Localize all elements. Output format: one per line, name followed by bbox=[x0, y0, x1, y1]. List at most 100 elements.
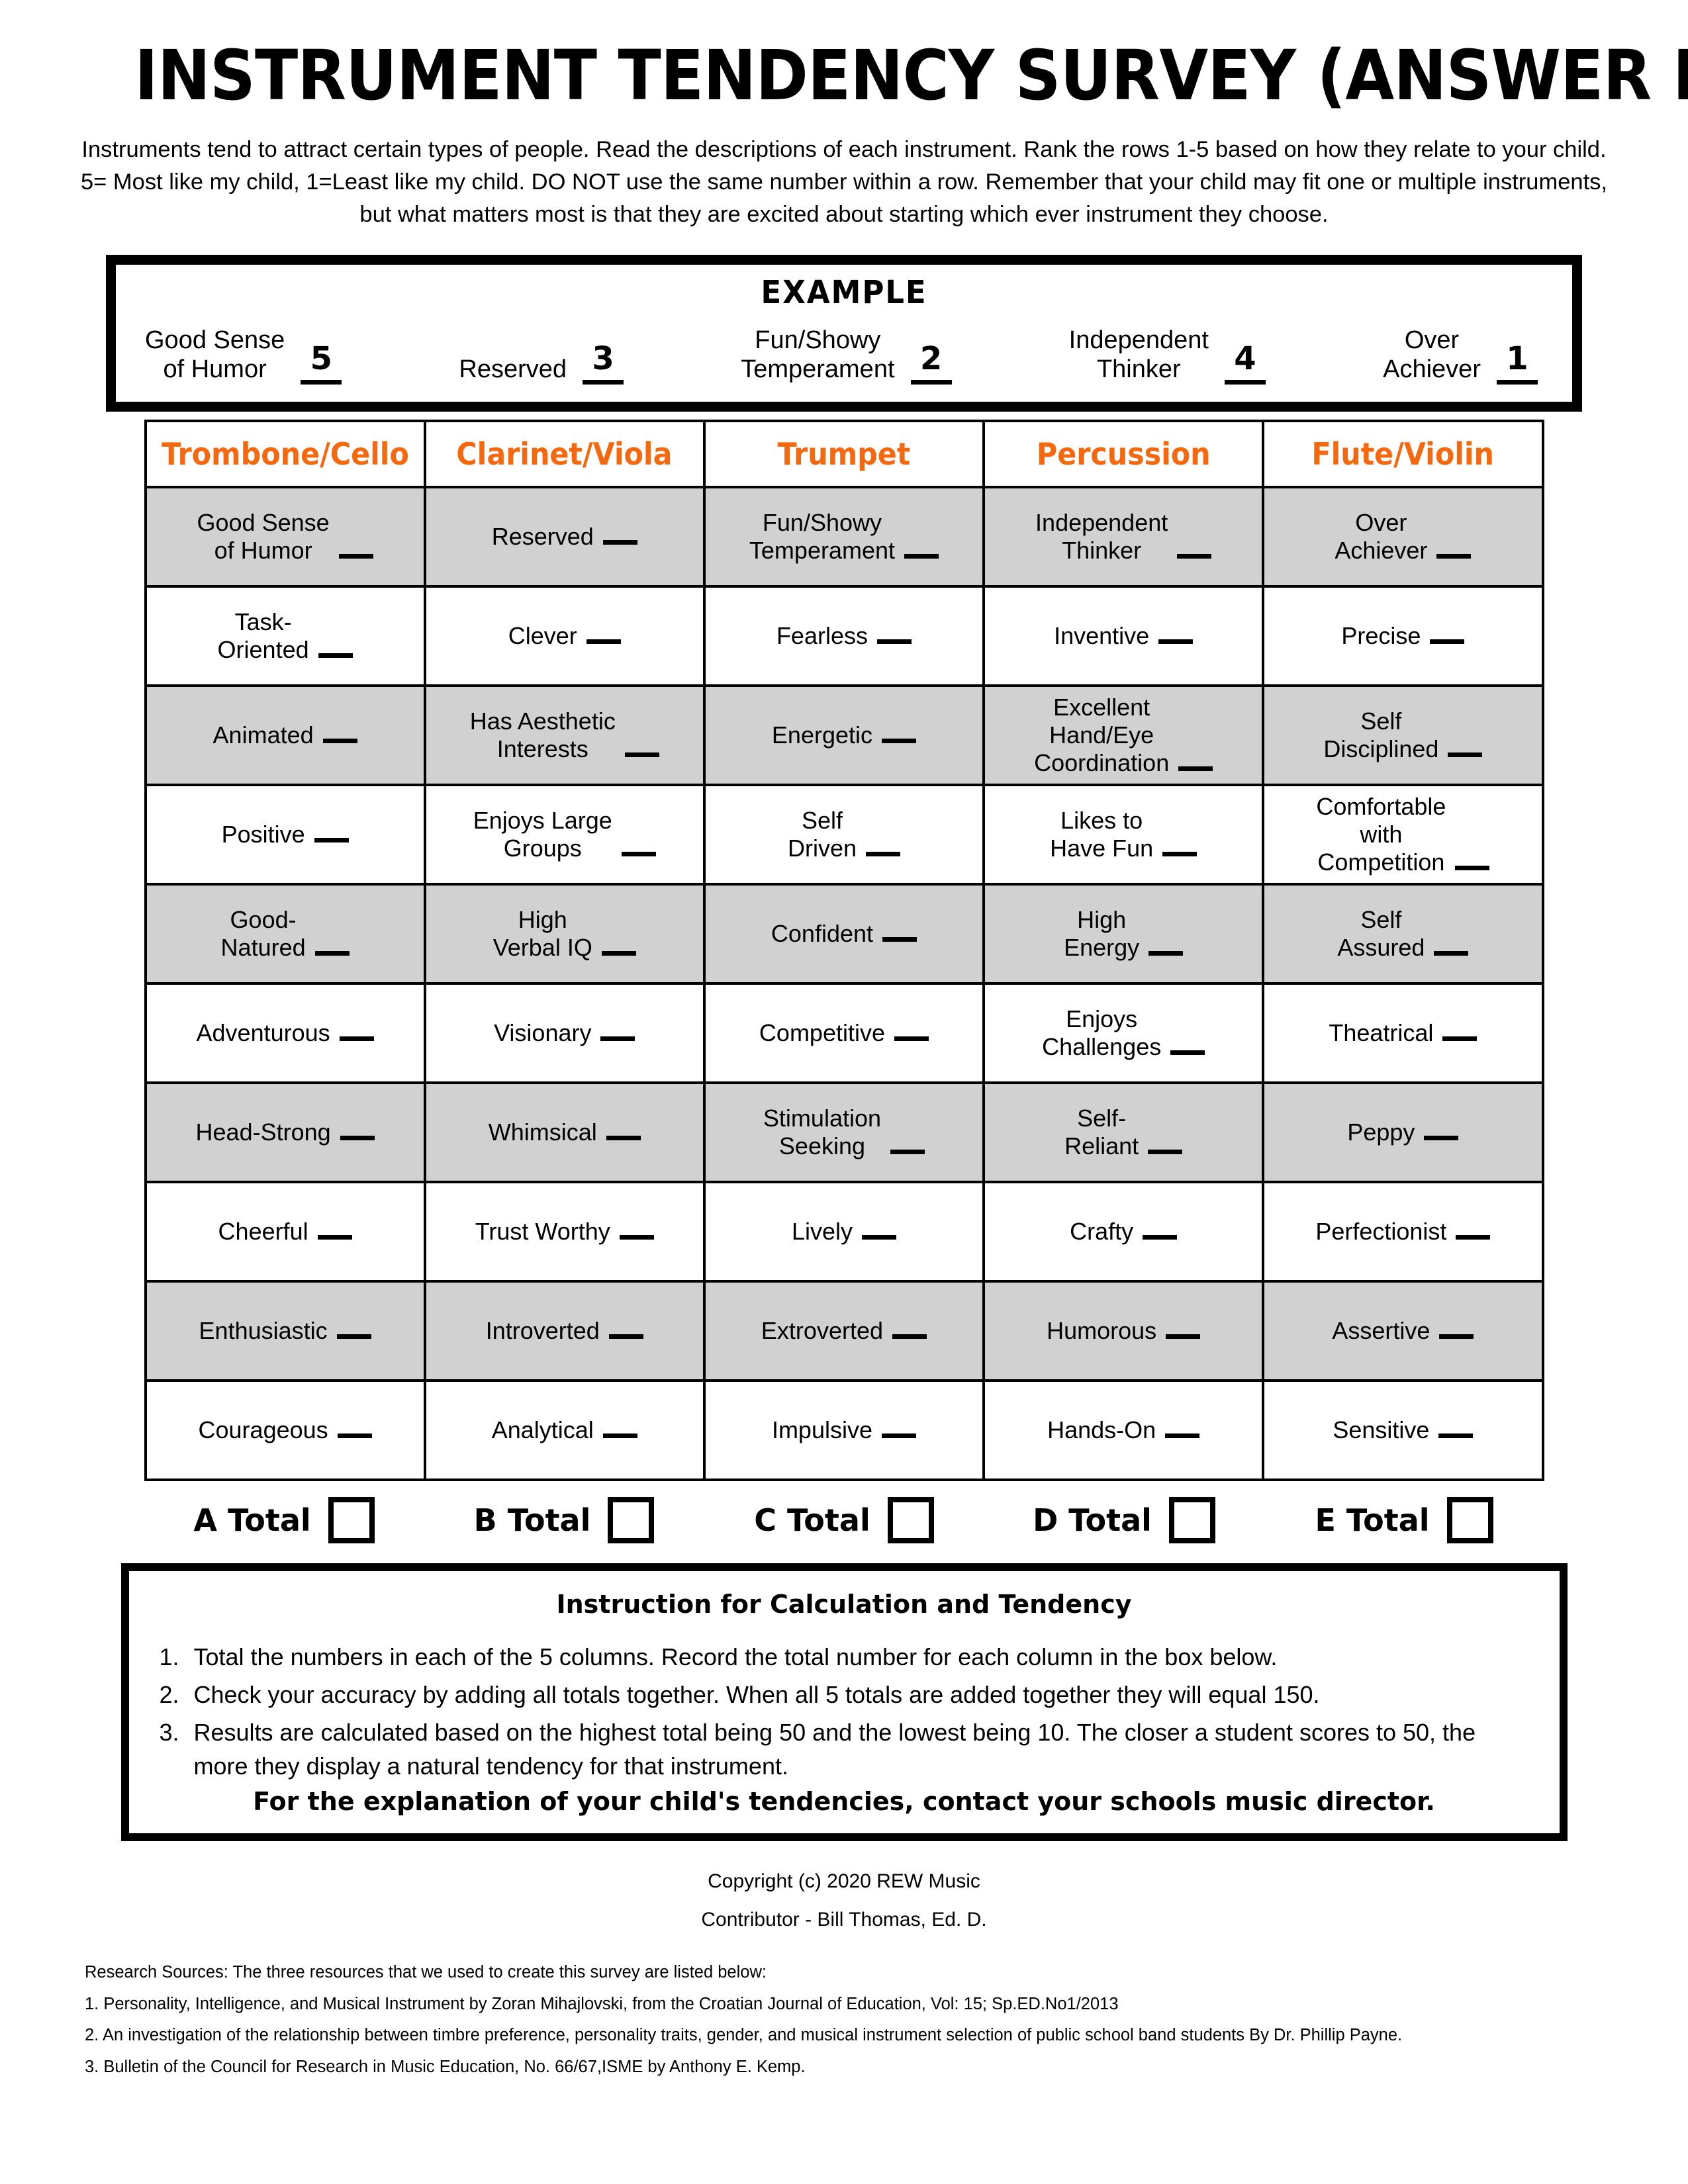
survey-cell: Fun/Showy Temperament bbox=[702, 485, 986, 588]
rank-answer-blank[interactable] bbox=[890, 1149, 925, 1154]
survey-cell: Whimsical bbox=[423, 1081, 706, 1183]
rank-answer-blank[interactable] bbox=[1178, 766, 1213, 772]
rank-answer-blank[interactable] bbox=[606, 1135, 641, 1140]
rank-answer-blank[interactable] bbox=[1430, 639, 1465, 644]
total-input-box[interactable] bbox=[887, 1496, 934, 1543]
rank-answer-blank[interactable] bbox=[608, 1334, 643, 1339]
rank-answer-blank[interactable] bbox=[340, 1135, 375, 1140]
rank-answer-blank[interactable] bbox=[1166, 1334, 1201, 1339]
trait-label: Independent Thinker bbox=[1035, 508, 1168, 564]
survey-cell: Stimulation Seeking bbox=[702, 1081, 986, 1183]
trait-label: Fearless bbox=[776, 621, 868, 649]
total-label: A Total bbox=[193, 1502, 311, 1538]
survey-cell-content: Excellent Hand/Eye Coordination bbox=[985, 694, 1262, 777]
survey-cell: Good Sense of Humor bbox=[144, 485, 426, 588]
rank-answer-blank[interactable] bbox=[314, 950, 350, 956]
total-input-box[interactable] bbox=[608, 1496, 655, 1543]
trait-label: Stimulation Seeking bbox=[763, 1104, 882, 1160]
rank-answer-blank[interactable] bbox=[1439, 1334, 1474, 1339]
survey-cell: Good- Natured bbox=[144, 882, 426, 985]
rank-answer-blank[interactable] bbox=[586, 639, 621, 644]
total-cell: C Total bbox=[704, 1488, 984, 1543]
rank-answer-blank[interactable] bbox=[1442, 1036, 1477, 1041]
trait-label: Clever bbox=[508, 621, 577, 649]
rank-answer-blank[interactable] bbox=[1158, 639, 1194, 644]
survey-cell-content: Visionary bbox=[426, 1019, 703, 1047]
rank-answer-blank[interactable] bbox=[317, 1234, 352, 1240]
rank-answer-blank[interactable] bbox=[322, 738, 357, 743]
example-item: Good Sense of Humor 5 bbox=[145, 326, 347, 385]
rank-answer-blank[interactable] bbox=[861, 1234, 896, 1240]
rank-answer-blank[interactable] bbox=[1438, 1433, 1474, 1438]
rank-answer-blank[interactable] bbox=[336, 1334, 371, 1339]
survey-cell: Inventive bbox=[982, 584, 1265, 687]
trait-label: Trust Worthy bbox=[475, 1217, 610, 1245]
survey-cell-content: Introverted bbox=[426, 1317, 703, 1345]
rank-answer-blank[interactable] bbox=[621, 851, 656, 856]
rank-answer-blank[interactable] bbox=[624, 752, 659, 757]
example-answer-value: 1 bbox=[1506, 340, 1528, 377]
rank-answer-blank[interactable] bbox=[1455, 866, 1490, 871]
rank-answer-blank[interactable] bbox=[338, 553, 373, 559]
survey-row: Animated Has Aesthetic Interests Energetic… bbox=[144, 684, 1544, 786]
rank-answer-blank[interactable] bbox=[882, 936, 917, 942]
example-item: Reserved 3 bbox=[459, 343, 629, 385]
rank-answer-blank[interactable] bbox=[601, 950, 636, 956]
survey-cell: Crafty bbox=[982, 1180, 1265, 1283]
rank-answer-blank[interactable] bbox=[1148, 1149, 1183, 1154]
rank-answer-blank[interactable] bbox=[1170, 1050, 1205, 1055]
rank-answer-blank[interactable] bbox=[600, 1036, 635, 1041]
survey-cell: Independent Thinker bbox=[982, 485, 1265, 588]
survey-cell: Impulsive bbox=[702, 1379, 986, 1481]
trait-label: Crafty bbox=[1070, 1217, 1134, 1245]
survey-cell-content: Trust Worthy bbox=[426, 1218, 703, 1246]
rank-answer-blank[interactable] bbox=[1177, 553, 1212, 559]
total-label: C Total bbox=[754, 1502, 870, 1538]
rank-answer-blank[interactable] bbox=[314, 837, 349, 842]
survey-cell: Confident bbox=[702, 882, 986, 985]
example-answer-rule bbox=[1224, 379, 1266, 385]
rank-answer-blank[interactable] bbox=[1456, 1234, 1491, 1240]
rank-answer-blank[interactable] bbox=[318, 653, 353, 658]
rank-answer-blank[interactable] bbox=[619, 1234, 654, 1240]
trait-label: Humorous bbox=[1047, 1316, 1157, 1344]
rank-answer-blank[interactable] bbox=[876, 639, 912, 644]
rank-answer-blank[interactable] bbox=[1162, 851, 1197, 856]
total-input-box[interactable] bbox=[1446, 1496, 1493, 1543]
survey-cell-content: Reserved bbox=[426, 523, 703, 551]
rank-answer-blank[interactable] bbox=[882, 738, 917, 743]
rank-answer-blank[interactable] bbox=[1448, 752, 1483, 757]
rank-answer-blank[interactable] bbox=[865, 851, 900, 856]
example-item-label: Good Sense of Humor bbox=[145, 326, 285, 384]
rank-answer-blank[interactable] bbox=[1165, 1433, 1200, 1438]
survey-cell-content: Analytical bbox=[426, 1416, 703, 1444]
survey-cell: Trust Worthy bbox=[423, 1180, 706, 1283]
column-header-5: Flute/Violin bbox=[1262, 419, 1544, 488]
survey-cell-content: Precise bbox=[1264, 622, 1541, 650]
rank-answer-blank[interactable] bbox=[1149, 950, 1184, 956]
rank-answer-blank[interactable] bbox=[894, 1036, 929, 1041]
rank-answer-blank[interactable] bbox=[602, 1433, 637, 1438]
rank-answer-blank[interactable] bbox=[1143, 1234, 1178, 1240]
trait-label: Task- Oriented bbox=[217, 608, 309, 663]
rank-answer-blank[interactable] bbox=[1436, 553, 1472, 559]
rank-answer-blank[interactable] bbox=[904, 553, 939, 559]
rank-answer-blank[interactable] bbox=[892, 1334, 927, 1339]
survey-cell: Comfortable with Competition bbox=[1262, 783, 1544, 886]
trait-label: Has Aesthetic Interests bbox=[469, 707, 616, 762]
survey-cell-content: Good- Natured bbox=[147, 906, 424, 962]
rank-answer-blank[interactable] bbox=[337, 1433, 372, 1438]
total-input-box[interactable] bbox=[328, 1496, 375, 1543]
trait-label: Confident bbox=[771, 919, 874, 947]
rank-answer-blank[interactable] bbox=[1434, 950, 1469, 956]
rank-answer-blank[interactable] bbox=[1424, 1135, 1459, 1140]
rank-answer-blank[interactable] bbox=[882, 1433, 916, 1438]
rank-answer-blank[interactable] bbox=[602, 539, 637, 545]
column-header-4: Percussion bbox=[982, 419, 1265, 488]
survey-cell: Self Assured bbox=[1262, 882, 1544, 985]
trait-label: Visionary bbox=[494, 1019, 592, 1046]
rank-answer-blank[interactable] bbox=[339, 1036, 374, 1041]
trait-label: Adventurous bbox=[196, 1019, 330, 1046]
survey-row: Head-Strong Whimsical Stimulation Seeking S… bbox=[144, 1081, 1544, 1183]
total-input-box[interactable] bbox=[1168, 1496, 1215, 1543]
